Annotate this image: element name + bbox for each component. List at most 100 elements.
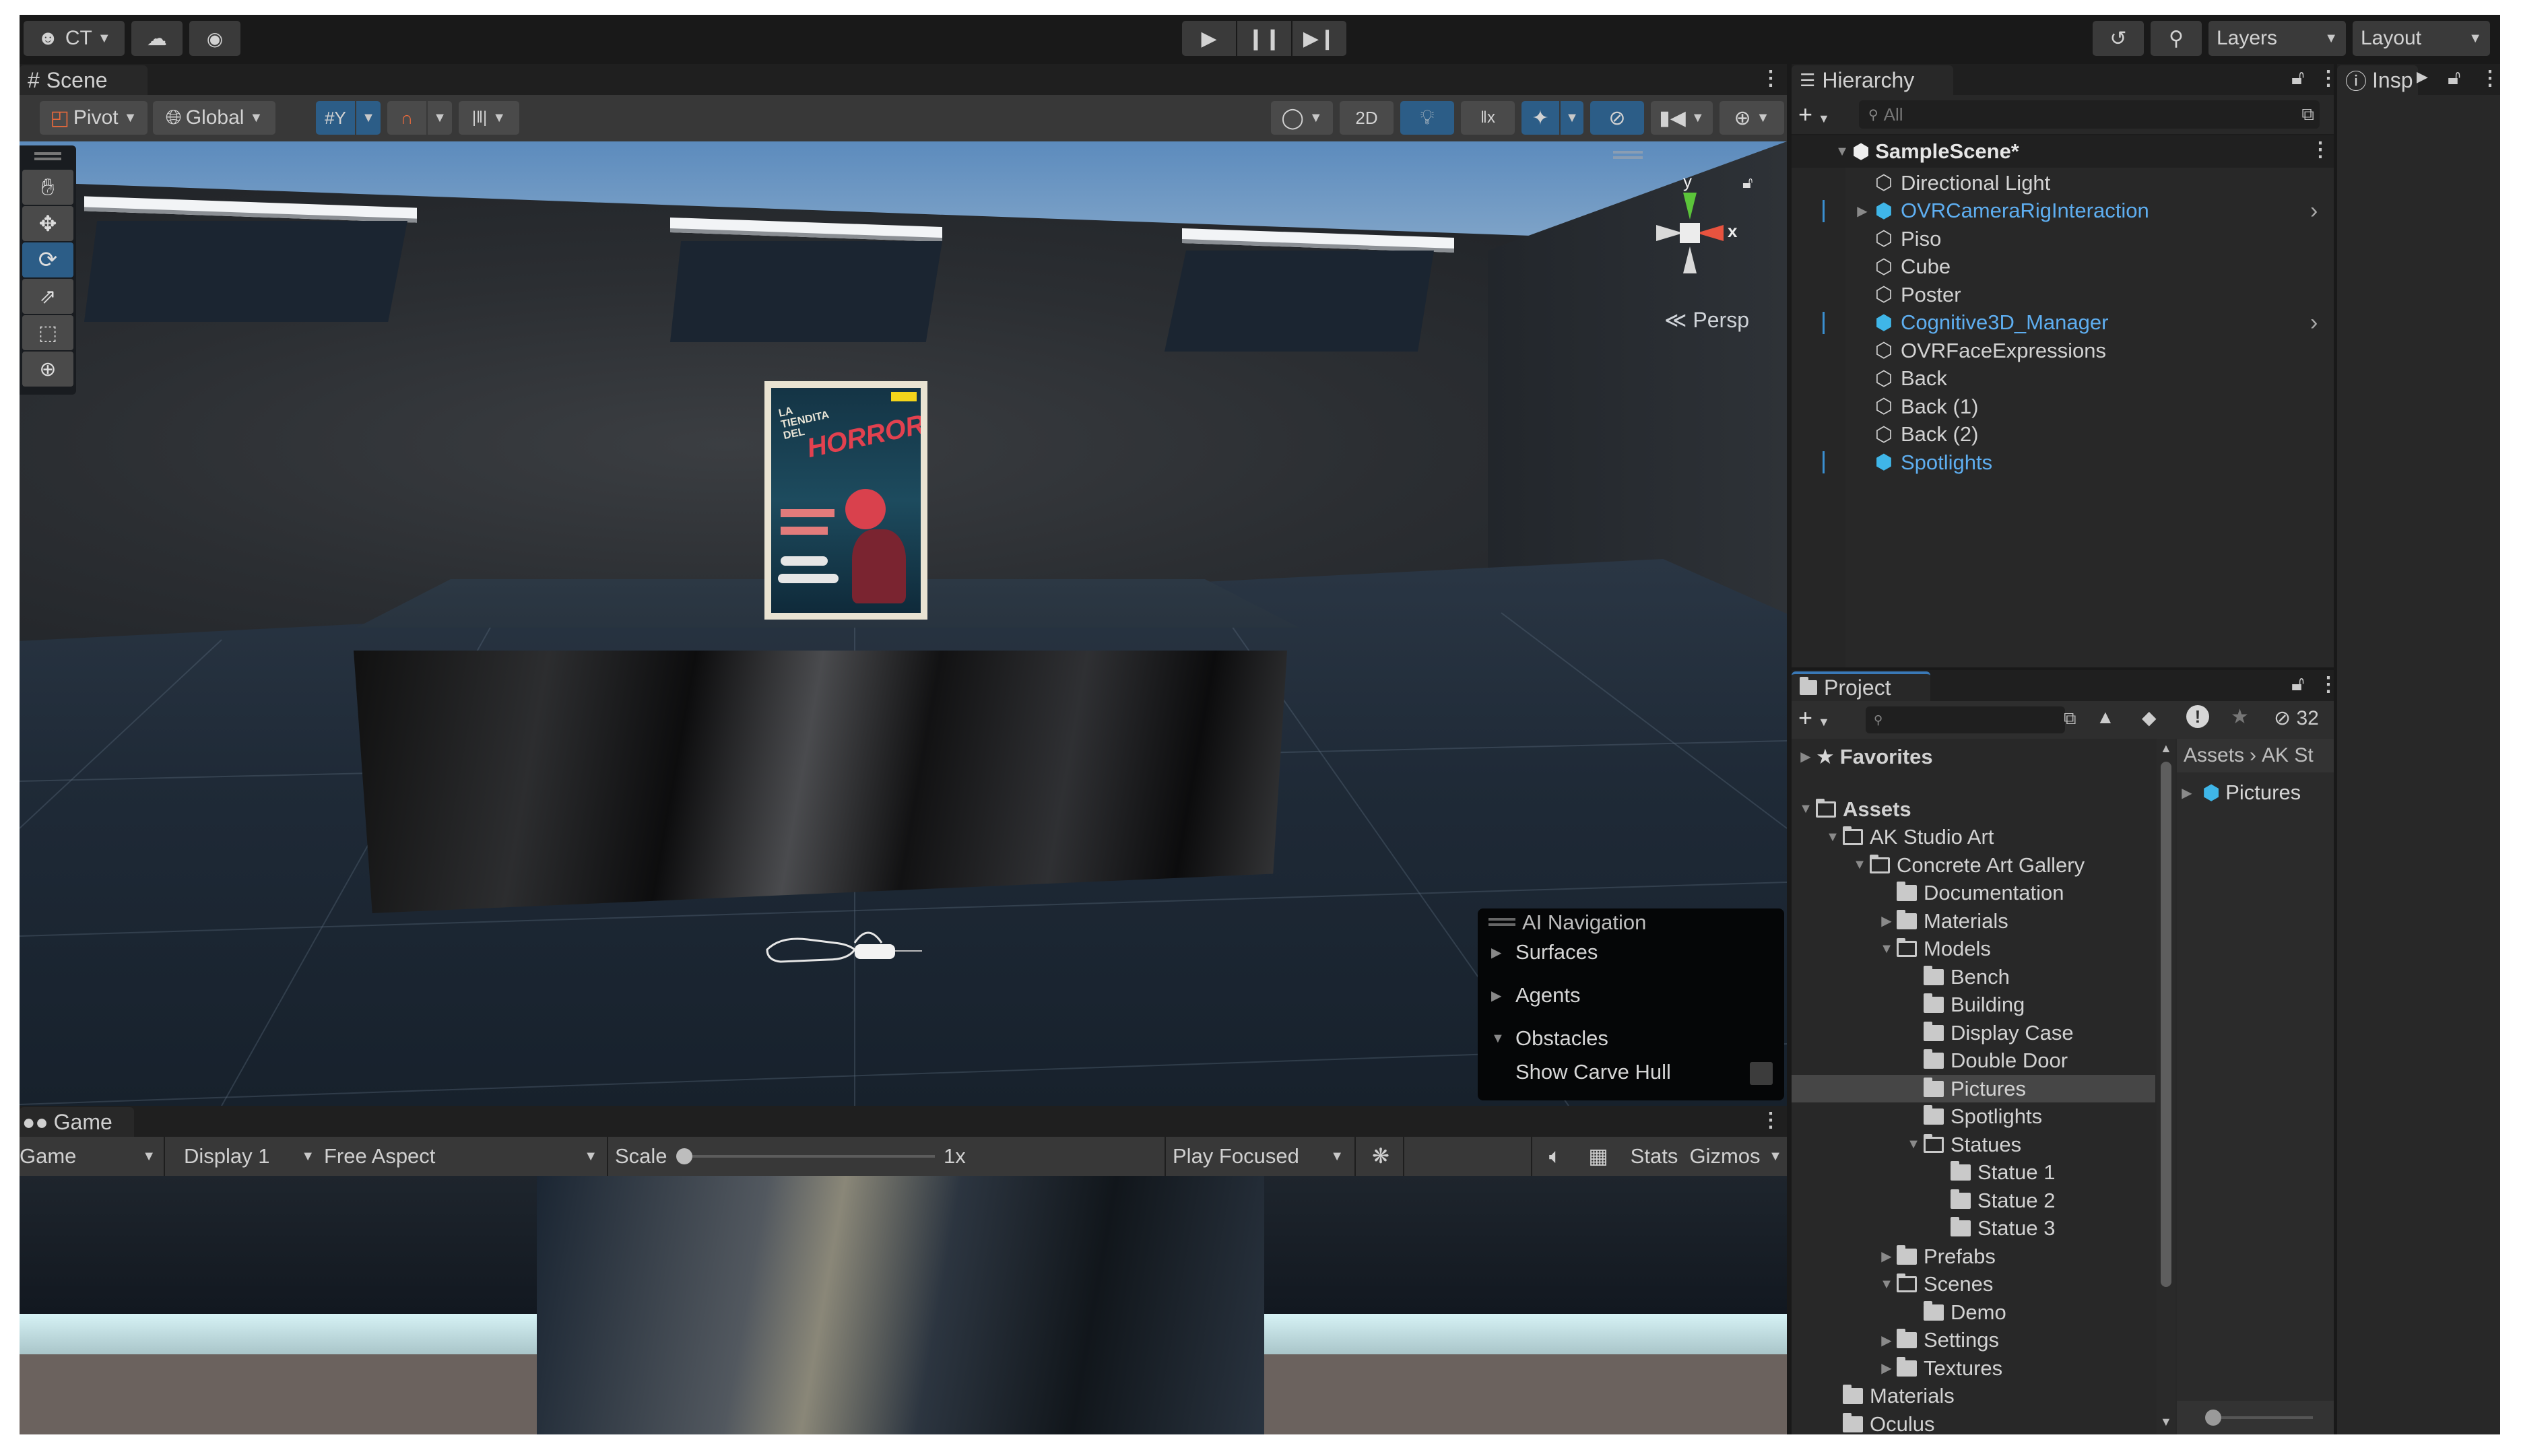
scene-root-row[interactable]: ▼ ⬢ SampleScene* ⋮ [1792, 135, 2334, 168]
account-button[interactable]: ☻ CT ▼ [24, 21, 125, 56]
tab-hierarchy[interactable]: ☰ Hierarchy [1792, 65, 1953, 95]
move-tool[interactable]: ✥ [22, 206, 73, 241]
project-folder-row[interactable]: ▼ AK Studio Art [1792, 824, 2155, 851]
lock-icon[interactable]: 🔓︎ [2291, 673, 2304, 696]
project-search-input[interactable]: ⚲ [1866, 706, 2065, 733]
camera-settings-dropdown[interactable]: ▮◀ ▼ [1651, 101, 1713, 135]
effects-toggle[interactable]: ✦ [1521, 101, 1559, 135]
hierarchy-item[interactable]: ⬡ Poster [1792, 281, 2334, 308]
increment-snap-dropdown[interactable]: ▼ [428, 101, 452, 135]
hand-tool[interactable]: ✋︎ [22, 170, 73, 205]
transform-tool[interactable]: ⊕ [22, 352, 73, 387]
project-folder-row[interactable]: Building [1792, 991, 2155, 1019]
snap-settings-button[interactable]: |‖| ▼ [459, 101, 519, 135]
neg-x-axis-cone[interactable] [1656, 225, 1683, 241]
game-viewport[interactable] [20, 1176, 1787, 1434]
scale-slider-track[interactable] [692, 1155, 935, 1158]
breadcrumb-current[interactable]: AK St [2262, 744, 2314, 767]
collab-button[interactable]: ◉ [189, 21, 240, 56]
surfaces-foldout[interactable]: ▶ Surfaces [1491, 937, 1598, 968]
filter-by-label-icon[interactable]: ◆ [2142, 706, 2157, 729]
display-dropdown[interactable]: Display 1 ▼ [184, 1137, 319, 1176]
gizmos-dropdown-caret[interactable]: ▼ [1765, 1137, 1786, 1176]
rect-tool[interactable]: ⬚ [22, 315, 73, 350]
project-folder-row[interactable]: Oculus [1792, 1410, 2155, 1434]
project-folder-row[interactable]: ▼ Models [1792, 935, 2155, 963]
increment-snap-button[interactable]: ∩ [387, 101, 426, 135]
project-folder-row[interactable]: ▼ Scenes [1792, 1271, 2155, 1298]
project-folder-row[interactable]: Demo [1792, 1298, 2155, 1326]
hierarchy-item[interactable]: ▶ ⬢ OVRCameraRigInteraction › [1792, 197, 2334, 225]
tree-scrollbar[interactable]: ▲ ▼ [2157, 739, 2175, 1434]
cloud-button[interactable]: ☁ [131, 21, 183, 56]
project-folder-row[interactable]: Statue 2 [1792, 1187, 2155, 1214]
open-prefab-chevron-icon[interactable]: › [2310, 310, 2318, 336]
grid-snap-dropdown[interactable]: ▼ [356, 101, 381, 135]
hierarchy-item[interactable]: ⬡ Back (1) [1792, 393, 2334, 420]
scroll-up-icon[interactable]: ▲ [2160, 741, 2172, 756]
project-folder-row[interactable]: ▼ Statues [1792, 1131, 2155, 1158]
drag-handle-icon[interactable] [1488, 918, 1515, 921]
debug-button[interactable]: ❋ [1364, 1137, 1398, 1176]
hierarchy-item[interactable]: ⬡ Directional Light [1792, 169, 2334, 197]
y-axis-cone[interactable] [1683, 193, 1697, 220]
open-prefab-chevron-icon[interactable]: › [2310, 198, 2318, 224]
project-folder-row[interactable]: ▼ Concrete Art Gallery [1792, 851, 2155, 879]
show-carve-hull-checkbox[interactable] [1750, 1062, 1773, 1085]
2d-toggle[interactable]: 2D [1340, 101, 1394, 135]
pivot-dropdown[interactable]: ◰ Pivot ▼ [40, 101, 148, 135]
tab-project[interactable]: Project [1792, 671, 1930, 701]
search-window-icon[interactable]: ⧉ [2301, 104, 2314, 125]
hidden-packages-toggle[interactable]: ⊘ 32 [2274, 706, 2319, 730]
rotate-tool[interactable]: ⟳ [22, 242, 73, 277]
project-folder-row[interactable]: ▶ Settings [1792, 1327, 2155, 1354]
lock-icon[interactable]: 🔓︎ [2448, 67, 2460, 90]
game-mode-dropdown[interactable]: Game ▼ [20, 1137, 162, 1176]
history-button[interactable]: ↺ [2093, 21, 2144, 56]
play-button[interactable]: ▶ [1182, 21, 1236, 56]
layout-dropdown[interactable]: Layout ▼ [2353, 21, 2490, 56]
create-asset-button[interactable]: + ▼ [1798, 704, 1830, 732]
project-folder-row[interactable]: Spotlights [1792, 1103, 2155, 1131]
scene-viewport[interactable]: LA TIENDITA DEL HORROR ✋︎ ✥ ⟳ ⇗ ⬚ ⊕ y x … [20, 141, 1787, 1106]
hierarchy-item[interactable]: ⬢ Cognitive3D_Manager › [1792, 309, 2334, 337]
agents-foldout[interactable]: ▶ Agents [1491, 980, 1581, 1011]
chevron-right-icon[interactable]: ▶ [1876, 1332, 1897, 1349]
gizmos-dropdown[interactable]: ⊕ ▼ [1720, 101, 1784, 135]
chevron-down-icon[interactable]: ▼ [1823, 830, 1843, 845]
zoom-slider-track[interactable] [2221, 1416, 2313, 1419]
hand-controller-gizmo[interactable] [754, 923, 929, 977]
project-folder-row[interactable]: Materials [1792, 1383, 2155, 1410]
search-button[interactable]: ⚲ [2151, 21, 2202, 56]
zoom-slider-thumb[interactable] [2205, 1410, 2221, 1426]
hierarchy-item[interactable]: ⬡ Piso [1792, 225, 2334, 253]
chevron-down-icon[interactable]: ▼ [1849, 857, 1870, 873]
chevron-down-icon[interactable]: ▼ [1876, 941, 1897, 957]
scroll-down-icon[interactable]: ▼ [2160, 1415, 2172, 1429]
play-focused-dropdown[interactable]: Play Focused ▼ [1173, 1137, 1349, 1176]
grid-snap-button[interactable]: #Y [316, 101, 355, 135]
chevron-right-icon[interactable]: ▶ [1876, 1360, 1897, 1377]
chevron-right-icon[interactable]: ▶ [1876, 1248, 1897, 1265]
breadcrumb-assets[interactable]: Assets [2184, 744, 2244, 767]
chevron-down-icon[interactable]: ▼ [1903, 1137, 1924, 1152]
game-menu-button[interactable]: ⋮ [1761, 1108, 1781, 1132]
lock-icon[interactable]: 🔓︎ [2291, 67, 2304, 90]
scene-visibility-toggle[interactable]: ⊘ [1590, 101, 1644, 135]
global-dropdown[interactable]: 🌐︎ Global ▼ [153, 101, 275, 135]
create-button[interactable]: + ▼ [1798, 100, 1830, 129]
project-folder-row[interactable]: Statue 3 [1792, 1215, 2155, 1243]
filter-by-type-icon[interactable]: ▲ [2096, 706, 2115, 728]
project-folder-row[interactable]: Statue 1 [1792, 1159, 2155, 1187]
project-folder-row[interactable]: Display Case [1792, 1019, 2155, 1047]
center-cube[interactable] [1680, 223, 1700, 243]
scale-tool[interactable]: ⇗ [22, 279, 73, 314]
neg-y-axis-cone[interactable] [1683, 246, 1697, 273]
project-folder-row[interactable]: ▶ Prefabs [1792, 1243, 2155, 1270]
effects-dropdown[interactable]: ▼ [1561, 101, 1583, 135]
shading-mode-dropdown[interactable]: ◯ ▼ [1271, 101, 1333, 135]
orientation-gizmo[interactable]: y x 🔓︎ ≪ Persp [1596, 145, 1784, 334]
more-tabs-icon[interactable]: ▶ [2417, 68, 2428, 86]
audio-toggle[interactable]: ‖x [1461, 101, 1515, 135]
hierarchy-item[interactable]: ⬢ Spotlights [1792, 449, 2334, 476]
